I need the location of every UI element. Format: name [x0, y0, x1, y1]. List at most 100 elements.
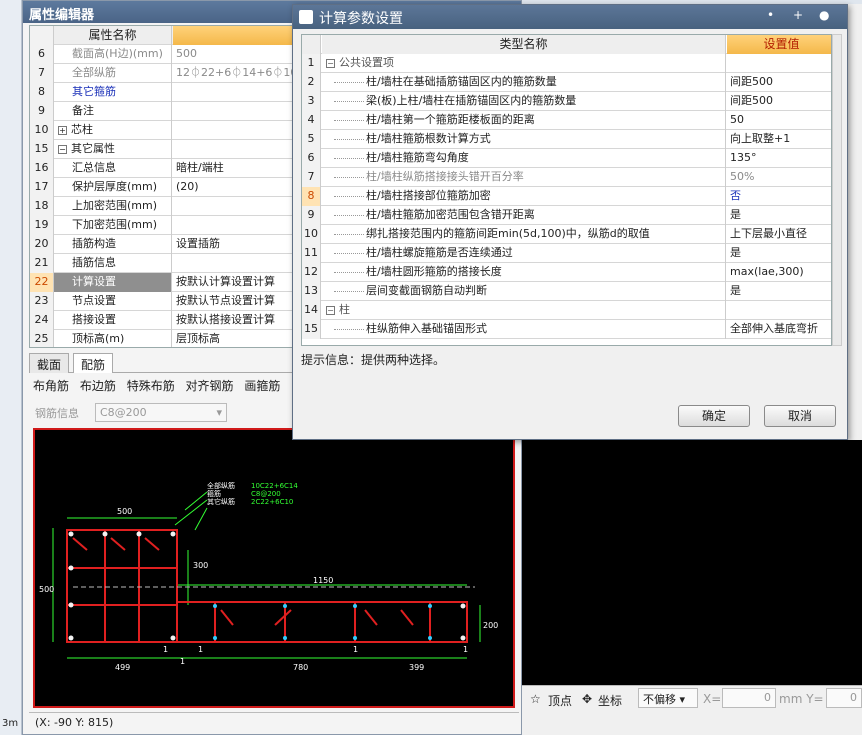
row-number: 6 — [30, 45, 54, 64]
setting-value[interactable]: 向上取整+1 — [727, 130, 831, 149]
settings-row[interactable]: 11 柱/墙柱螺旋箍筋是否连续通过 是 — [302, 244, 831, 263]
vertex-icon[interactable]: ☆ — [530, 692, 541, 706]
settings-row[interactable]: 14− 柱 — [302, 301, 831, 320]
wall-stirrup — [176, 601, 468, 643]
settings-row[interactable]: 15 柱纵筋伸入基础锚固形式 全部伸入基底弯折 — [302, 320, 831, 339]
cancel-button[interactable]: 取消 — [764, 405, 836, 427]
setting-value[interactable]: 50 — [727, 111, 831, 130]
legend-label-0: 全部纵筋 — [207, 481, 235, 490]
setting-value[interactable]: 135° — [727, 149, 831, 168]
setting-value[interactable] — [727, 301, 831, 320]
header-type-name: 类型名称 — [322, 35, 726, 54]
settings-row[interactable]: 8 柱/墙柱搭接部位箍筋加密 否 — [302, 187, 831, 206]
collapse-icon[interactable]: − — [326, 59, 335, 68]
draw-stirrup-button[interactable]: 画箍筋 — [244, 379, 280, 393]
property-name-text: 保护层厚度(mm) — [72, 180, 158, 193]
dialog-title: 计算参数设置 — [293, 5, 847, 29]
settings-row[interactable]: 13 层间变截面钢筋自动判断 是 — [302, 282, 831, 301]
settings-row[interactable]: 7 柱/墙柱纵筋搭接接头错开百分率 50% — [302, 168, 831, 187]
tab-rebar[interactable]: 配筋 — [73, 353, 114, 373]
setting-value[interactable]: 全部伸入基底弯折 — [727, 320, 831, 339]
rebar-dot-side — [428, 636, 432, 640]
chevron-down-icon: ▾ — [216, 406, 222, 419]
row-number: 19 — [30, 216, 54, 235]
settings-scrollbar[interactable] — [832, 34, 842, 346]
setting-value[interactable]: 是 — [727, 282, 831, 301]
settings-row[interactable]: 9 柱/墙柱箍筋加密范围包含错开距离 是 — [302, 206, 831, 225]
y-input[interactable]: 0 — [826, 688, 862, 708]
setting-value[interactable]: 上下层最小直径 — [727, 225, 831, 244]
setting-name-text: 梁(板)上柱/墙柱在插筋锚固区内的箍筋数量 — [366, 94, 577, 107]
settings-row[interactable]: 5 柱/墙柱箍筋根数计算方式 向上取整+1 — [302, 130, 831, 149]
setting-value[interactable]: 间距500 — [727, 92, 831, 111]
ok-button[interactable]: 确定 — [678, 405, 750, 427]
setting-value[interactable]: max(lae,300) — [727, 263, 831, 282]
tree-indent — [334, 206, 364, 216]
rebar-dot-side — [283, 604, 287, 608]
offset-select[interactable]: 不偏移 ▾ — [638, 688, 698, 708]
leader-line — [184, 491, 208, 511]
row-number: 9 — [302, 206, 321, 225]
row-number: 15 — [302, 320, 321, 339]
row-number: 23 — [30, 292, 54, 311]
settings-row[interactable]: 10 绑扎搭接范围内的箍筋间距min(5d,100)中，纵筋d的取值 上下层最小直径 — [302, 225, 831, 244]
edge-rebar-button[interactable]: 布边筋 — [80, 379, 116, 393]
special-rebar-button[interactable]: 特殊布筋 — [127, 379, 175, 393]
dim-label: 200 — [483, 621, 498, 630]
rebar-dot-side — [353, 636, 357, 640]
property-name-text: 上加密范围(mm) — [72, 199, 158, 212]
tree-indent — [334, 149, 364, 159]
settings-row[interactable]: 1− 公共设置项 — [302, 54, 831, 73]
setting-value[interactable]: 是 — [727, 244, 831, 263]
setting-value[interactable]: 间距500 — [727, 73, 831, 92]
setting-name: 柱/墙柱箍筋弯勾角度 — [322, 149, 726, 168]
settings-row[interactable]: 2 柱/墙柱在基础插筋锚固区内的箍筋数量 间距500 — [302, 73, 831, 92]
tree-indent — [334, 111, 364, 121]
rebar-drawing-canvas[interactable]: 全部纵筋 箍筋 其它纵筋 10C22+6C14 C8@200 2C22+6C10 — [33, 428, 515, 708]
dialog-options-icon[interactable]: • — [767, 8, 774, 22]
expand-icon[interactable]: + — [58, 126, 67, 135]
row-number: 16 — [30, 159, 54, 178]
header-setting-value: 设置值 — [727, 35, 831, 54]
close-icon[interactable]: ● — [819, 8, 829, 22]
collapse-icon[interactable]: − — [58, 145, 67, 154]
calc-settings-dialog: 计算参数设置 • + ● 类型名称 设置值 1− 公共设置项 2 柱/墙柱在基础插筋锚… — [292, 4, 848, 440]
tree-indent — [334, 92, 364, 102]
property-name: 保护层厚度(mm) — [54, 178, 172, 197]
tree-indent — [334, 168, 364, 178]
rebar-dot — [460, 635, 466, 641]
row-number: 7 — [302, 168, 321, 187]
tab-section[interactable]: 截面 — [29, 353, 70, 373]
collapse-icon[interactable]: − — [326, 306, 335, 315]
vertex-button[interactable]: 顶点 — [548, 692, 572, 709]
settings-row[interactable]: 12 柱/墙柱圆形箍筋的搭接长度 max(lae,300) — [302, 263, 831, 282]
settings-row[interactable]: 6 柱/墙柱箍筋弯勾角度 135° — [302, 149, 831, 168]
setting-value[interactable]: 否 — [727, 187, 831, 206]
rebar-info-select[interactable]: C8@200 ▾ — [95, 403, 227, 422]
setting-name-text: 柱/墙柱搭接部位箍筋加密 — [366, 189, 491, 202]
setting-value[interactable]: 50% — [727, 168, 831, 187]
rebar-dot — [68, 531, 74, 537]
tree-indent — [334, 320, 364, 330]
hook — [110, 537, 126, 551]
align-rebar-button[interactable]: 对齐钢筋 — [186, 379, 234, 393]
setting-value[interactable]: 是 — [727, 206, 831, 225]
pin-icon[interactable]: + — [793, 8, 803, 22]
settings-row[interactable]: 4 柱/墙柱第一个箍筋距楼板面的距离 50 — [302, 111, 831, 130]
x-input[interactable]: 0 — [722, 688, 776, 708]
row-number: 7 — [30, 64, 54, 83]
coord-icon[interactable]: ✥ — [582, 692, 592, 706]
setting-value[interactable] — [727, 54, 831, 73]
settings-row[interactable]: 3 梁(板)上柱/墙柱在插筋锚固区内的箍筋数量 间距500 — [302, 92, 831, 111]
rebar-dot-side — [428, 604, 432, 608]
coord-button[interactable]: 坐标 — [598, 692, 622, 709]
background-canvas[interactable] — [520, 440, 862, 685]
row-number: 5 — [302, 130, 321, 149]
rebar-dot-side — [213, 636, 217, 640]
property-name: 备注 — [54, 102, 172, 121]
setting-name: − 公共设置项 — [322, 54, 726, 73]
corner-rebar-button[interactable]: 布角筋 — [33, 379, 69, 393]
rebar-dot-side — [283, 636, 287, 640]
hook — [72, 537, 88, 551]
setting-name-text: 柱/墙柱箍筋根数计算方式 — [366, 132, 491, 145]
